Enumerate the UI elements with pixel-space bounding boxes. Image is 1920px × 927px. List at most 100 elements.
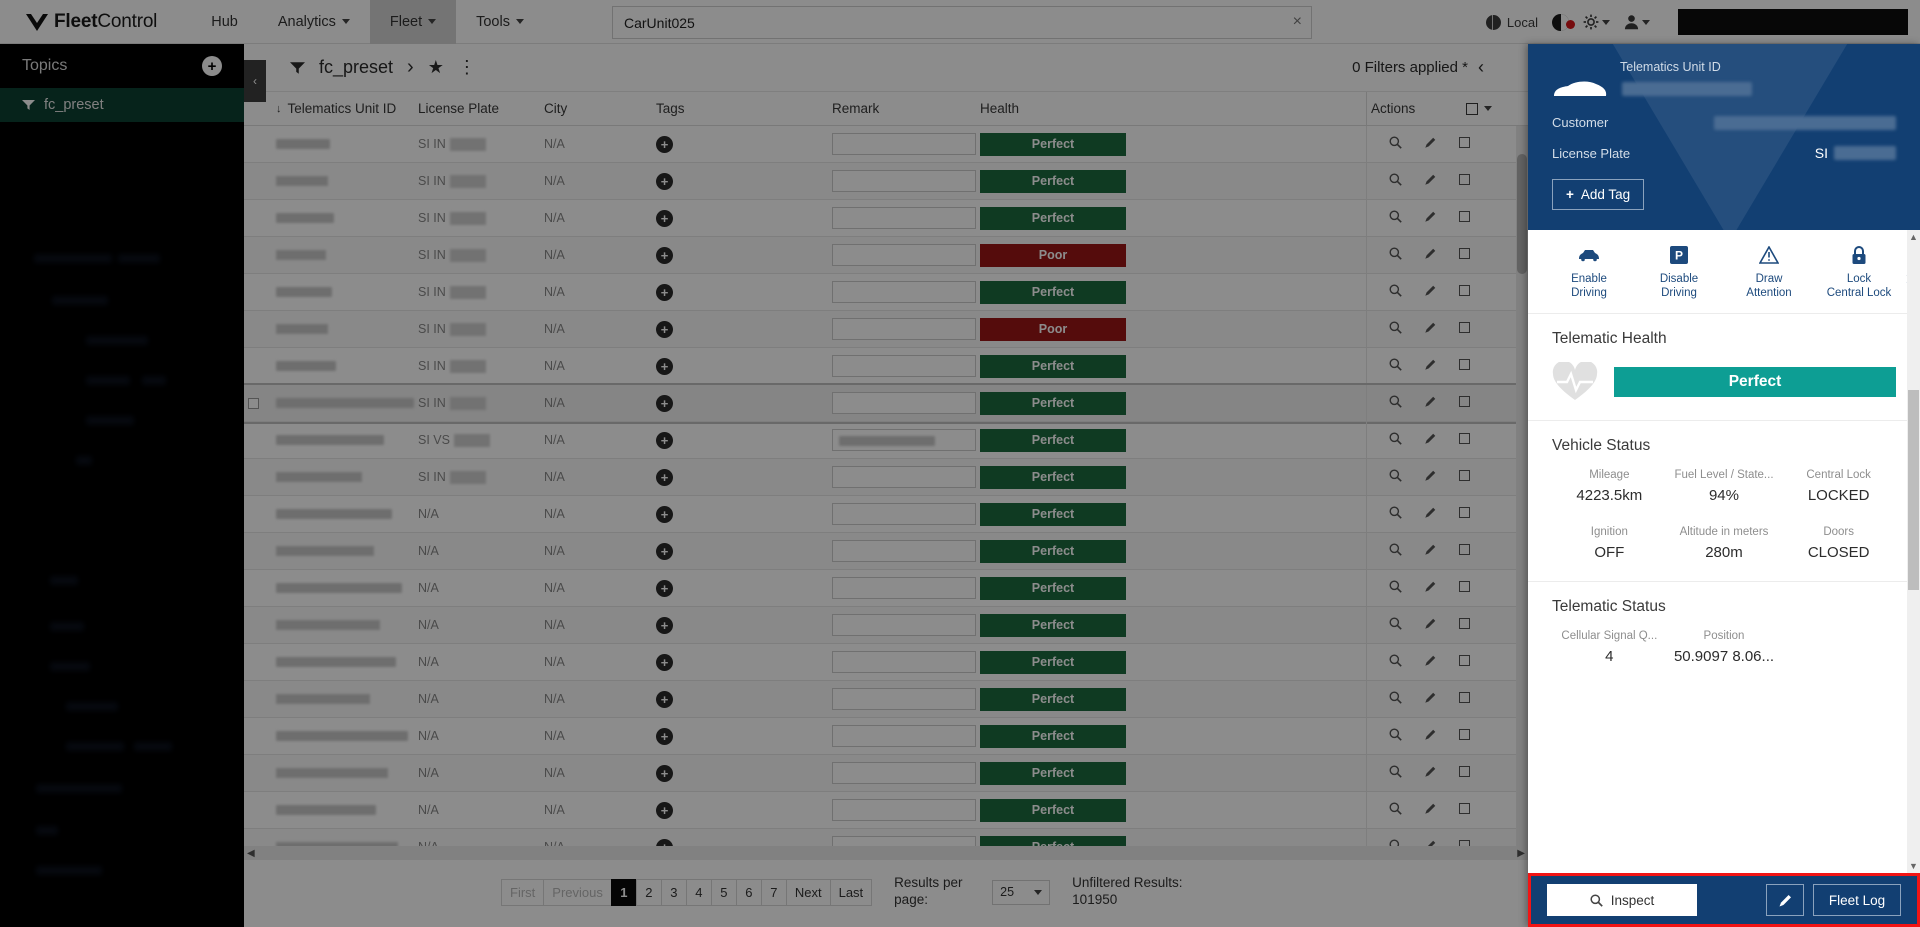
table-row[interactable]: N/A N/A + Perfect [244,792,1528,829]
add-tag-icon[interactable]: + [656,801,673,819]
row-select-cell[interactable] [244,681,272,717]
edit-row-icon[interactable] [1424,136,1437,152]
select-row-icon[interactable] [1459,729,1470,743]
row-select-cell[interactable] [244,533,272,569]
inspect-row-icon[interactable] [1389,617,1402,633]
remark-input[interactable] [832,503,976,525]
vertical-scrollbar-thumb[interactable] [1517,154,1527,274]
inspect-button[interactable]: Inspect [1547,884,1697,916]
add-tag-icon[interactable]: + [656,320,673,338]
remark-input[interactable] [832,688,976,710]
inspect-row-icon[interactable] [1389,432,1402,448]
page-3-button[interactable]: 3 [660,878,687,906]
table-row[interactable]: SI IN N/A + Perfect [244,348,1528,385]
page-4-button[interactable]: 4 [685,878,712,906]
favorite-star-icon[interactable]: ★ [428,57,444,78]
add-tag-icon[interactable]: + [656,653,673,671]
collapse-sidebar-button[interactable]: ‹ [244,60,266,102]
table-row[interactable]: N/A N/A + Perfect [244,644,1528,681]
remark-input[interactable] [832,762,976,784]
remark-input[interactable] [832,281,976,303]
remark-input[interactable] [832,651,976,673]
table-row[interactable]: SI IN N/A + Perfect [244,274,1528,311]
row-select-cell[interactable] [244,385,272,421]
page-last-button[interactable]: Last [829,878,873,906]
clear-search-icon[interactable]: × [1293,13,1302,31]
edit-row-icon[interactable] [1424,839,1437,846]
row-select-cell[interactable] [244,718,272,754]
vertical-scrollbar-track[interactable] [1516,126,1528,846]
add-tag-icon[interactable]: + [656,838,673,846]
select-row-icon[interactable] [1459,248,1470,262]
edit-row-icon[interactable] [1424,728,1437,744]
select-row-icon[interactable] [1459,581,1470,595]
add-topic-button[interactable]: + [202,56,222,76]
settings-button[interactable] [1583,14,1610,30]
inspect-row-icon[interactable] [1389,321,1402,337]
add-tag-icon[interactable]: + [656,727,673,745]
edit-row-icon[interactable] [1424,506,1437,522]
theme-toggle-button[interactable] [1552,13,1575,31]
add-tag-icon[interactable]: + [656,283,673,301]
row-select-cell[interactable] [244,274,272,310]
table-row[interactable]: SI IN N/A + Perfect [244,200,1528,237]
edit-row-icon[interactable] [1424,617,1437,633]
detail-scrollbar-track[interactable]: ▲ ▼ [1907,230,1920,873]
nav-item-tools[interactable]: Tools [456,0,544,44]
remark-input[interactable] [832,466,976,488]
nav-item-analytics[interactable]: Analytics [258,0,370,44]
row-select-cell[interactable] [244,570,272,606]
scroll-right-arrow-icon[interactable]: ▶ [1517,848,1525,859]
inspect-row-icon[interactable] [1389,469,1402,485]
row-select-cell[interactable] [244,496,272,532]
select-row-icon[interactable] [1459,174,1470,188]
page-5-button[interactable]: 5 [710,878,737,906]
select-row-icon[interactable] [1459,322,1470,336]
inspect-row-icon[interactable] [1389,284,1402,300]
select-row-icon[interactable] [1459,433,1470,447]
row-select-cell[interactable] [244,607,272,643]
edit-row-icon[interactable] [1424,580,1437,596]
breadcrumb-chevron-icon[interactable]: › [407,56,414,79]
select-row-icon[interactable] [1459,137,1470,151]
select-row-icon[interactable] [1459,655,1470,669]
user-menu-button[interactable] [1624,14,1650,30]
page-next-button[interactable]: Next [785,878,831,906]
column-chooser[interactable] [1462,102,1514,115]
remark-input[interactable] [832,836,976,846]
edit-row-icon[interactable] [1424,469,1437,485]
inspect-row-icon[interactable] [1389,691,1402,707]
row-select-cell[interactable] [244,422,272,458]
select-row-icon[interactable] [1459,470,1470,484]
edit-row-icon[interactable] [1424,321,1437,337]
table-row[interactable]: SI IN N/A + Poor [244,311,1528,348]
add-tag-icon[interactable]: + [656,542,673,560]
edit-row-icon[interactable] [1424,802,1437,818]
table-row[interactable]: SI IN N/A + Perfect [244,163,1528,200]
page-6-button[interactable]: 6 [735,878,762,906]
inspect-row-icon[interactable] [1389,580,1402,596]
add-tag-icon[interactable]: + [656,246,673,264]
edit-row-icon[interactable] [1424,395,1437,411]
table-row[interactable]: SI VS N/A + Perfect [244,422,1528,459]
add-tag-icon[interactable]: + [656,209,673,227]
table-row[interactable]: SI IN N/A + Perfect [244,459,1528,496]
table-row[interactable]: N/A N/A + Perfect [244,681,1528,718]
nav-item-hub[interactable]: Hub [191,0,258,44]
row-select-cell[interactable] [244,311,272,347]
horizontal-scrollbar[interactable]: ◀ ▶ [244,846,1528,860]
remark-input[interactable] [832,392,976,414]
page-1-button[interactable]: 1 [610,878,637,906]
select-row-icon[interactable] [1459,211,1470,225]
inspect-row-icon[interactable] [1389,173,1402,189]
remark-input[interactable] [832,170,976,192]
row-select-cell[interactable] [244,237,272,273]
row-select-cell[interactable] [244,200,272,236]
table-row[interactable]: N/A N/A + Perfect [244,718,1528,755]
row-select-cell[interactable] [244,163,272,199]
select-row-icon[interactable] [1459,507,1470,521]
scroll-up-arrow-icon[interactable]: ▲ [1909,232,1918,242]
remark-input[interactable] [832,318,976,340]
collapse-filters-icon[interactable]: ‹ [1478,57,1484,78]
fleet-log-button[interactable]: Fleet Log [1813,884,1901,916]
